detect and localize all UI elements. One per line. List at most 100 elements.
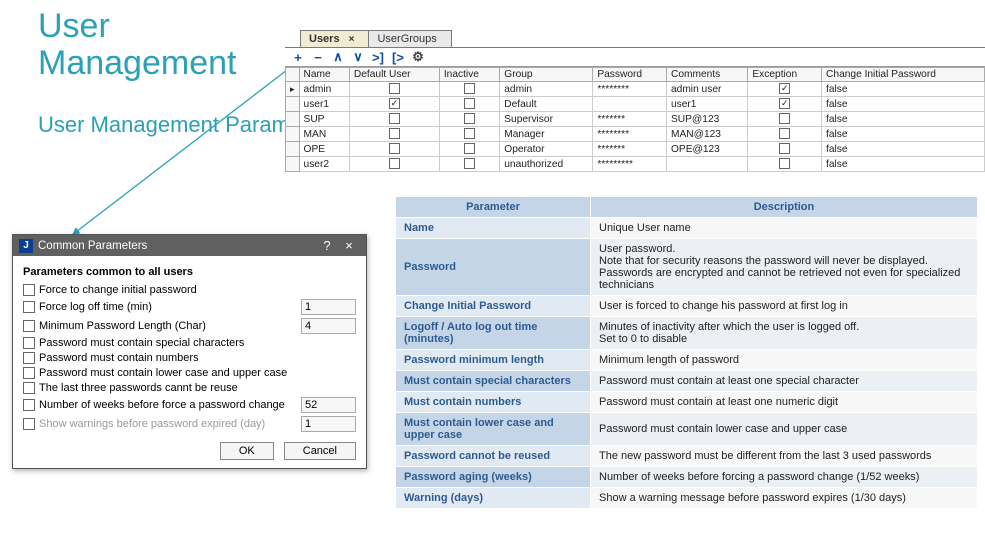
cell-inactive[interactable] — [439, 127, 499, 142]
cell-password[interactable]: ******* — [593, 142, 667, 157]
cell-name[interactable]: user2 — [299, 157, 349, 172]
cell-inactive[interactable] — [439, 142, 499, 157]
cell-default[interactable] — [349, 112, 439, 127]
cell-exception[interactable]: ✓ — [748, 82, 822, 97]
cell-cip[interactable]: false — [822, 82, 985, 97]
cell-name[interactable]: admin — [299, 82, 349, 97]
cell-group[interactable]: Supervisor — [500, 112, 593, 127]
cell-password[interactable]: ******** — [593, 82, 667, 97]
plus-icon[interactable]: + — [291, 50, 305, 64]
cell-comments[interactable]: MAN@123 — [666, 127, 747, 142]
table-row[interactable]: OPE Operator*******OPE@123 false — [286, 142, 985, 157]
grid-col-6[interactable]: Exception — [748, 68, 822, 82]
grid-col-7[interactable]: Change Initial Password — [822, 68, 985, 82]
checkbox[interactable] — [23, 320, 35, 332]
checkbox[interactable] — [23, 367, 35, 379]
desc-text: Minimum length of password — [591, 350, 978, 371]
checkbox[interactable] — [23, 284, 35, 296]
cell-exception[interactable] — [748, 127, 822, 142]
cell-comments[interactable]: OPE@123 — [666, 142, 747, 157]
checkbox[interactable] — [23, 418, 35, 430]
common-parameters-dialog: J Common Parameters ? × Parameters commo… — [12, 234, 367, 469]
cell-exception[interactable] — [748, 157, 822, 172]
table-row[interactable]: SUP Supervisor*******SUP@123 false — [286, 112, 985, 127]
grid-col-4[interactable]: Password — [593, 68, 667, 82]
cell-default[interactable]: ✓ — [349, 97, 439, 112]
param-value[interactable] — [301, 416, 356, 432]
gear-icon[interactable]: ⚙ — [411, 50, 425, 64]
cell-exception[interactable] — [748, 112, 822, 127]
cell-exception[interactable]: ✓ — [748, 97, 822, 112]
cell-inactive[interactable] — [439, 157, 499, 172]
cell-group[interactable]: unauthorized — [500, 157, 593, 172]
up-icon[interactable]: ∧ — [331, 50, 345, 64]
tab-users[interactable]: Users × — [300, 30, 369, 47]
cell-cip[interactable]: false — [822, 127, 985, 142]
cell-name[interactable]: SUP — [299, 112, 349, 127]
table-row[interactable]: user1✓Defaultuser1✓false — [286, 97, 985, 112]
minus-icon[interactable]: − — [311, 50, 325, 64]
cell-default[interactable] — [349, 157, 439, 172]
dialog-titlebar[interactable]: J Common Parameters ? × — [13, 235, 366, 256]
cell-exception[interactable] — [748, 142, 822, 157]
param-value[interactable] — [301, 299, 356, 315]
cell-default[interactable] — [349, 82, 439, 97]
cell-default[interactable] — [349, 127, 439, 142]
param-row-6: The last three passwords cannt be reuse — [23, 382, 356, 394]
checkbox[interactable] — [23, 301, 35, 313]
cell-comments[interactable] — [666, 157, 747, 172]
grid-col-5[interactable]: Comments — [666, 68, 747, 82]
grid-col-2[interactable]: Inactive — [439, 68, 499, 82]
desc-param: Warning (days) — [396, 488, 591, 509]
down-icon[interactable]: ∨ — [351, 50, 365, 64]
row-pointer — [286, 127, 300, 142]
cell-password[interactable]: ******** — [593, 127, 667, 142]
row-pointer — [286, 112, 300, 127]
tab-usergroups[interactable]: UserGroups — [368, 30, 451, 47]
close-icon[interactable]: × — [338, 238, 360, 253]
cell-comments[interactable]: SUP@123 — [666, 112, 747, 127]
cell-inactive[interactable] — [439, 82, 499, 97]
checkbox[interactable] — [23, 337, 35, 349]
cell-group[interactable]: admin — [500, 82, 593, 97]
cell-password[interactable]: ********* — [593, 157, 667, 172]
cell-inactive[interactable] — [439, 112, 499, 127]
checkbox[interactable] — [23, 399, 35, 411]
checkbox[interactable] — [23, 382, 35, 394]
cell-name[interactable]: user1 — [299, 97, 349, 112]
cancel-button[interactable]: Cancel — [284, 442, 356, 460]
cell-cip[interactable]: false — [822, 157, 985, 172]
cell-cip[interactable]: false — [822, 97, 985, 112]
cell-name[interactable]: MAN — [299, 127, 349, 142]
help-icon[interactable]: ? — [316, 238, 338, 253]
cell-group[interactable]: Manager — [500, 127, 593, 142]
checkbox[interactable] — [23, 352, 35, 364]
cell-comments[interactable]: user1 — [666, 97, 747, 112]
row-selector-header — [286, 68, 300, 82]
cell-password[interactable] — [593, 97, 667, 112]
cell-inactive[interactable] — [439, 97, 499, 112]
cell-cip[interactable]: false — [822, 142, 985, 157]
desc-row: Password aging (weeks)Number of weeks be… — [396, 467, 978, 488]
last-icon[interactable]: [> — [391, 50, 405, 64]
table-row[interactable]: user2 unauthorized********* false — [286, 157, 985, 172]
cell-comments[interactable]: admin user — [666, 82, 747, 97]
cell-group[interactable]: Operator — [500, 142, 593, 157]
param-row-2: Minimum Password Length (Char) — [23, 318, 356, 334]
param-value[interactable] — [301, 318, 356, 334]
cell-password[interactable]: ******* — [593, 112, 667, 127]
cell-cip[interactable]: false — [822, 112, 985, 127]
cell-default[interactable] — [349, 142, 439, 157]
table-row[interactable]: MAN Manager********MAN@123 false — [286, 127, 985, 142]
close-icon[interactable]: × — [349, 34, 355, 45]
grid-col-3[interactable]: Group — [500, 68, 593, 82]
cell-group[interactable]: Default — [500, 97, 593, 112]
table-row[interactable]: ▸adminadmin********admin user✓false — [286, 82, 985, 97]
ok-button[interactable]: OK — [220, 442, 274, 460]
first-icon[interactable]: >] — [371, 50, 385, 64]
grid-col-1[interactable]: Default User — [349, 68, 439, 82]
param-label: Force to change initial password — [39, 284, 356, 296]
grid-col-0[interactable]: Name — [299, 68, 349, 82]
param-value[interactable] — [301, 397, 356, 413]
cell-name[interactable]: OPE — [299, 142, 349, 157]
